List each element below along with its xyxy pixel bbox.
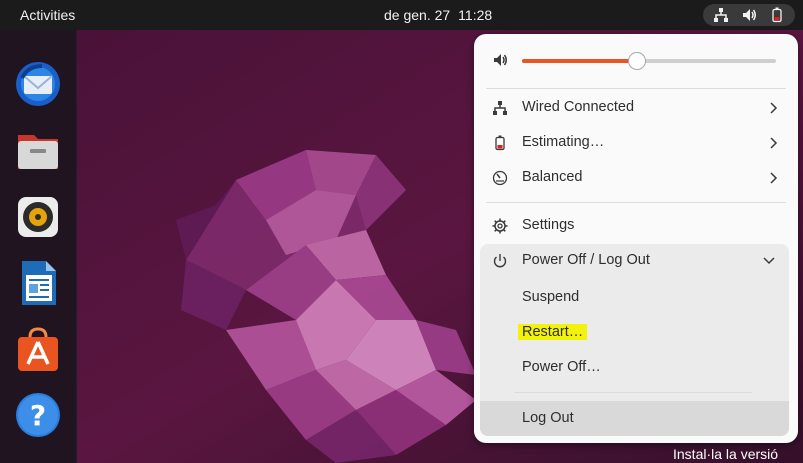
restart-item[interactable]: Restart… [518, 324, 588, 340]
dock: ? [0, 30, 77, 463]
separator [514, 392, 752, 393]
power-icon [493, 254, 507, 268]
chevron-right-icon [770, 172, 778, 184]
power-header-label: Power Off / Log Out [522, 252, 650, 268]
power-off-item[interactable]: Power Off… [522, 359, 601, 375]
activities-button[interactable]: Activities [20, 7, 75, 23]
dock-libreoffice-writer[interactable] [14, 259, 62, 307]
battery-icon [772, 7, 782, 23]
help-icon: ? [16, 393, 60, 437]
gear-icon [492, 218, 508, 234]
system-menu: Wired Connected Estimating… Balanced Set… [474, 34, 798, 443]
separator [486, 202, 786, 203]
settings-label: Settings [522, 217, 575, 233]
rhythmbox-icon [18, 197, 58, 237]
network-icon [714, 8, 728, 22]
dock-thunderbird[interactable] [14, 60, 62, 108]
menu-item-battery[interactable]: Estimating… [480, 126, 792, 160]
dock-files[interactable] [14, 127, 62, 175]
chevron-right-icon [770, 137, 778, 149]
dock-ubuntu-software[interactable] [14, 325, 62, 373]
thunderbird-icon [16, 62, 60, 106]
chevron-right-icon [770, 102, 778, 114]
volume-slider-knob[interactable] [628, 52, 647, 70]
separator [486, 88, 786, 89]
menu-item-settings[interactable]: Settings [480, 209, 792, 243]
clock-date: de gen. 27 [384, 7, 451, 23]
clock-time: 11:28 [458, 7, 493, 23]
menu-item-label: Wired Connected [522, 99, 635, 115]
volume-icon [743, 9, 756, 21]
files-icon [18, 135, 58, 169]
power-off-log-out-header[interactable]: Power Off / Log Out [480, 244, 789, 278]
system-tray[interactable] [703, 4, 795, 26]
menu-item-label: Estimating… [522, 134, 605, 150]
menu-item-label: Balanced [522, 169, 583, 185]
writer-icon [22, 261, 56, 305]
power-submenu: Power Off / Log Out Suspend Restart… Pow… [480, 244, 789, 436]
suspend-item[interactable]: Suspend [522, 289, 579, 305]
svg-text:?: ? [30, 399, 46, 432]
power-profile-icon [492, 170, 508, 186]
top-bar: Activities de gen. 27 11:28 [0, 0, 803, 30]
menu-item-wired[interactable]: Wired Connected [480, 91, 792, 125]
volume-row [474, 48, 798, 72]
menu-item-power-profile[interactable]: Balanced [480, 161, 792, 195]
network-icon [493, 101, 507, 115]
dock-rhythmbox[interactable] [14, 193, 62, 241]
install-desktop-icon-label[interactable]: Instal·la la versió [673, 446, 778, 462]
chevron-down-icon [763, 257, 775, 265]
volume-slider-fill [522, 59, 637, 63]
log-out-label: Log Out [522, 410, 574, 426]
volume-slider[interactable] [522, 52, 776, 70]
clock[interactable]: de gen. 27 11:28 [384, 7, 500, 23]
dock-help[interactable]: ? [14, 391, 62, 439]
log-out-item[interactable]: Log Out [480, 401, 789, 436]
software-store-icon [18, 327, 58, 371]
speaker-icon [494, 54, 507, 66]
battery-icon [495, 135, 505, 151]
